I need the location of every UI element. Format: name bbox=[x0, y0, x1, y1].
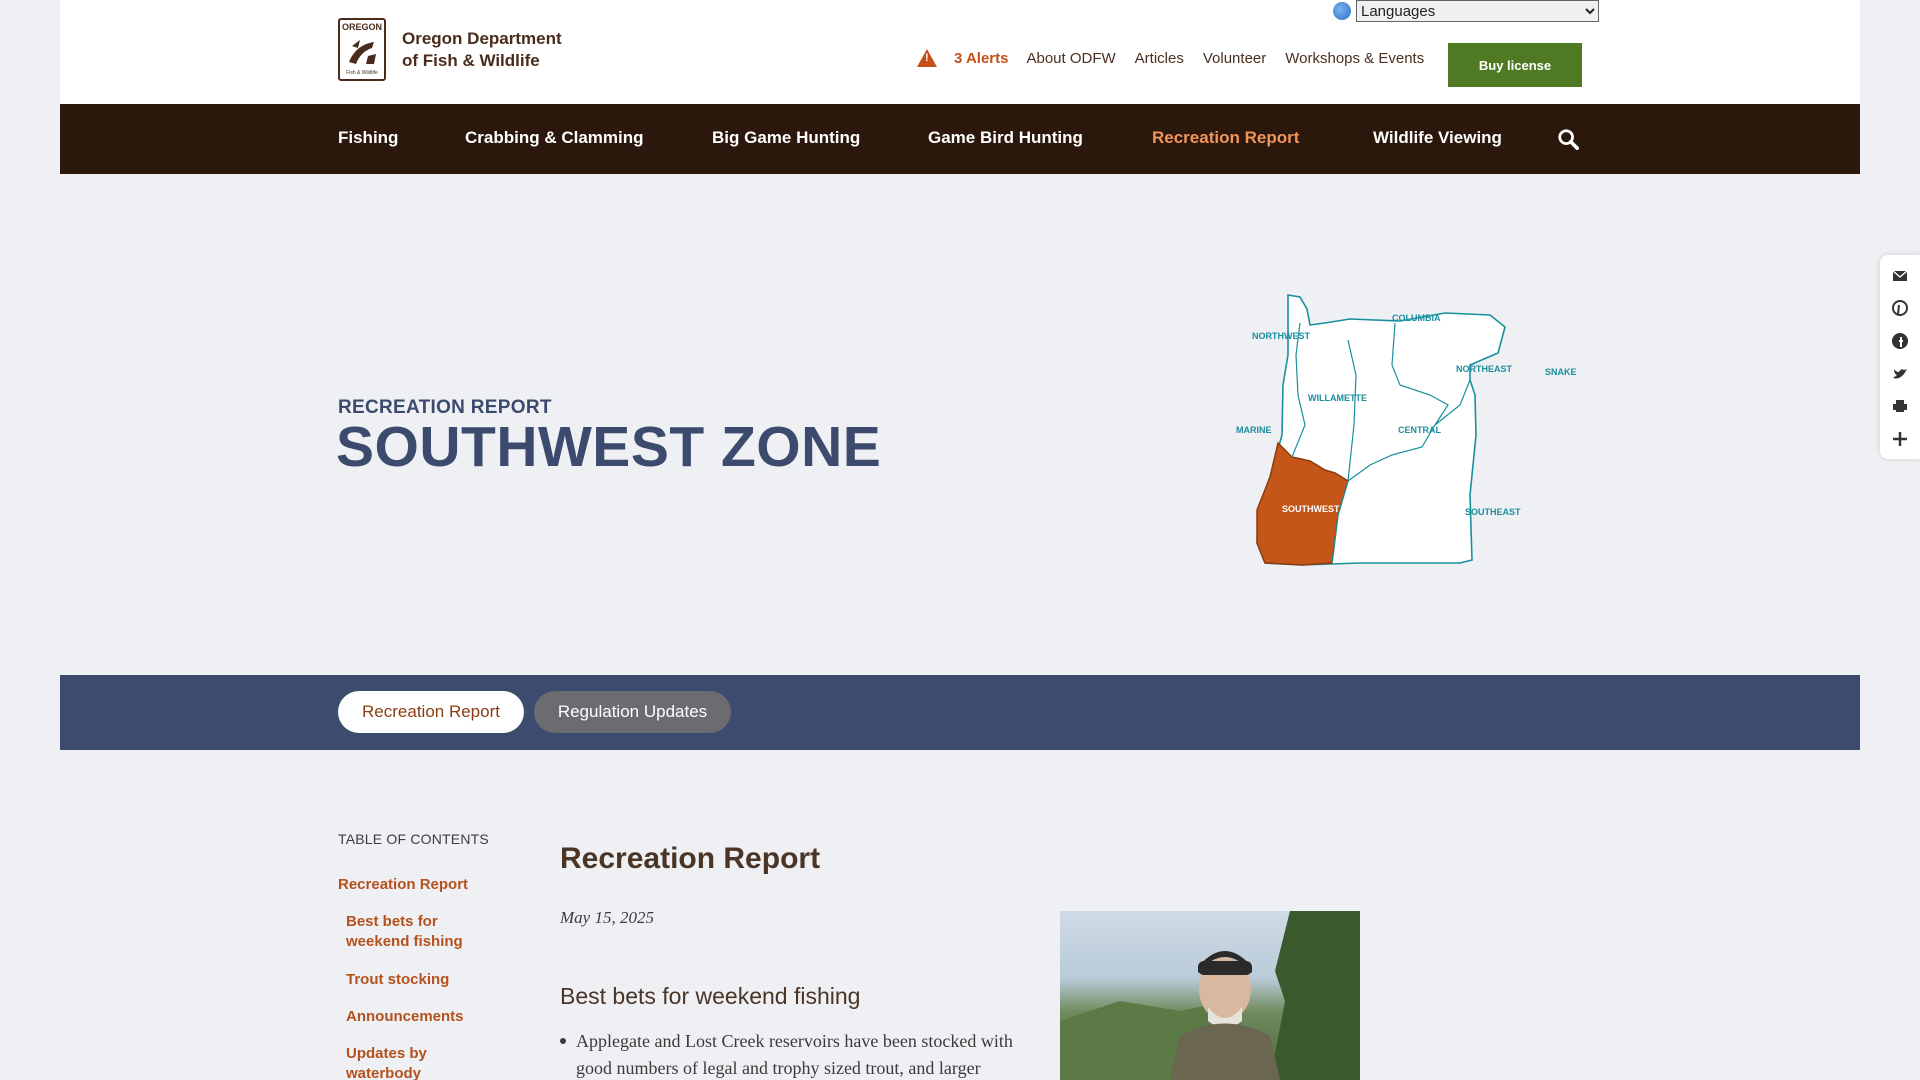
workshops-events-link[interactable]: Workshops & Events bbox=[1285, 50, 1424, 67]
toc-title: TABLE OF CONTENTS bbox=[338, 831, 489, 847]
toc-link-best-bets[interactable]: Best bets for weekend fishing bbox=[346, 912, 486, 952]
map-label-willamette: WILLAMETTE bbox=[1308, 393, 1367, 403]
content-title: Recreation Report bbox=[560, 842, 821, 875]
nav-item-recreation-report[interactable]: Recreation Report bbox=[1152, 128, 1299, 148]
nav-item-big-game-hunting[interactable]: Big Game Hunting bbox=[712, 128, 860, 148]
toc-link-updates-by-waterbody[interactable]: Updates by waterbody bbox=[346, 1044, 486, 1080]
angler-photo bbox=[1060, 911, 1360, 1080]
map-label-columbia: COLUMBIA bbox=[1392, 313, 1441, 323]
volunteer-link[interactable]: Volunteer bbox=[1203, 50, 1266, 67]
map-label-marine: MARINE bbox=[1236, 425, 1272, 435]
alert-warning-icon bbox=[917, 49, 937, 67]
map-label-northwest: NORTHWEST bbox=[1252, 331, 1310, 341]
logo-badge-bottom: Fish & Wildlife bbox=[346, 70, 378, 76]
nav-item-game-bird-hunting[interactable]: Game Bird Hunting bbox=[928, 128, 1083, 148]
toc-link-trout-stocking[interactable]: Trout stocking bbox=[346, 970, 486, 990]
email-icon[interactable] bbox=[1891, 267, 1909, 285]
logo-badge: OREGON Fish & Wildlife bbox=[338, 18, 386, 81]
facebook-icon[interactable] bbox=[1891, 332, 1909, 350]
pinterest-icon[interactable] bbox=[1891, 299, 1909, 317]
logo-badge-top: OREGON bbox=[341, 22, 382, 32]
map-label-snake: SNAKE bbox=[1545, 367, 1577, 377]
utility-nav: 3 Alerts About ODFW Articles Volunteer W… bbox=[917, 49, 1443, 67]
oregon-zone-map: NORTHWEST COLUMBIA NORTHEAST WILLAMETTE … bbox=[1236, 294, 1521, 566]
tab-bar: Recreation Report Regulation Updates bbox=[60, 675, 1860, 750]
map-label-southeast: SOUTHEAST bbox=[1465, 507, 1521, 517]
map-label-snake-wrap: SNAKE bbox=[1545, 367, 1577, 377]
toc-link-recreation-report[interactable]: Recreation Report bbox=[338, 876, 468, 893]
utility-header: OREGON Fish & Wildlife Oregon Department… bbox=[60, 0, 1860, 104]
share-bar bbox=[1880, 255, 1920, 459]
language-selector: Languages bbox=[1333, 0, 1599, 22]
twitter-icon[interactable] bbox=[1891, 365, 1909, 383]
best-bets-bullet: Applegate and Lost Creek reservoirs have… bbox=[560, 1028, 1036, 1080]
buy-license-button[interactable]: Buy license bbox=[1448, 43, 1582, 87]
articles-link[interactable]: Articles bbox=[1135, 50, 1184, 67]
tab-regulation-updates[interactable]: Regulation Updates bbox=[534, 691, 731, 733]
org-name: Oregon Department of Fish & Wildlife bbox=[402, 28, 582, 72]
odfw-logo[interactable]: OREGON Fish & Wildlife Oregon Department… bbox=[338, 18, 582, 81]
tab-recreation-report[interactable]: Recreation Report bbox=[338, 691, 524, 733]
toc-link-announcements[interactable]: Announcements bbox=[346, 1007, 486, 1027]
language-select[interactable]: Languages bbox=[1356, 0, 1599, 22]
map-label-central: CENTRAL bbox=[1398, 425, 1441, 435]
hero-title: SOUTHWEST ZONE bbox=[336, 415, 882, 479]
alerts-link[interactable]: 3 Alerts bbox=[954, 50, 1008, 67]
search-icon[interactable] bbox=[1557, 128, 1579, 150]
fish-deer-icon bbox=[349, 40, 376, 64]
report-date: May 15, 2025 bbox=[560, 908, 654, 927]
print-icon[interactable] bbox=[1891, 397, 1909, 415]
section-title-best-bets: Best bets for weekend fishing bbox=[560, 983, 861, 1009]
nav-item-wildlife-viewing[interactable]: Wildlife Viewing bbox=[1373, 128, 1502, 148]
globe-icon bbox=[1333, 2, 1351, 20]
map-label-southwest: SOUTHWEST bbox=[1282, 504, 1340, 514]
about-odfw-link[interactable]: About ODFW bbox=[1026, 50, 1115, 67]
nav-item-crabbing-clamming[interactable]: Crabbing & Clamming bbox=[465, 128, 644, 148]
nav-item-fishing[interactable]: Fishing bbox=[338, 128, 398, 148]
main-nav: Fishing Crabbing & Clamming Big Game Hun… bbox=[60, 104, 1860, 174]
map-label-northeast: NORTHEAST bbox=[1456, 364, 1513, 374]
org-name-line1: Oregon Department bbox=[402, 28, 562, 48]
org-name-line2: of Fish & Wildlife bbox=[402, 50, 540, 70]
plus-share-icon[interactable] bbox=[1891, 430, 1909, 448]
angler-photo-illustration bbox=[1060, 911, 1360, 1080]
